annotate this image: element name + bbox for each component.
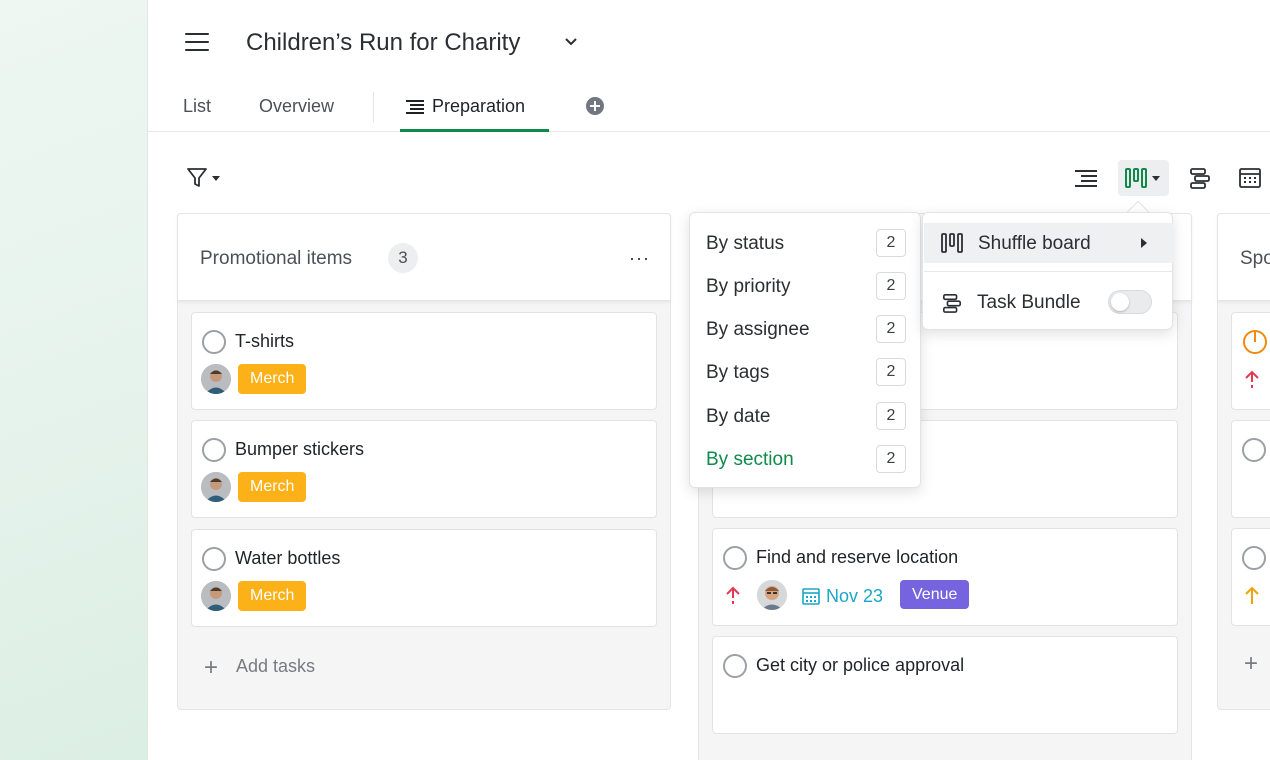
assignee-avatar[interactable] <box>201 364 231 394</box>
tag-venue[interactable]: Venue <box>900 580 970 609</box>
board-view-menu: Shuffle board Task Bundle <box>922 212 1173 330</box>
plus-icon: + <box>204 654 219 681</box>
active-tab-indicator <box>400 129 549 132</box>
calendar-date-icon <box>802 588 820 605</box>
task-complete-checkbox[interactable] <box>1242 438 1266 462</box>
task-card[interactable]: Water bottles Merch <box>191 529 657 627</box>
group-count-badge: 2 <box>876 358 906 386</box>
task-title: Find and reserve location <box>756 547 959 567</box>
group-by-section[interactable]: By section <box>706 449 794 471</box>
timeline-view-icon <box>1190 168 1210 189</box>
shuffle-board-label: Shuffle board <box>978 233 1091 254</box>
submenu-arrow-icon <box>1141 238 1147 248</box>
task-bundle-label: Task Bundle <box>977 292 1081 313</box>
group-by-date[interactable]: By date <box>706 406 770 428</box>
list-view-button[interactable] <box>1068 160 1104 196</box>
task-card[interactable]: Find and reserve location Nov 23 Venue <box>712 528 1178 626</box>
column-title[interactable]: Spo <box>1240 248 1270 270</box>
group-count-badge: 2 <box>876 315 906 343</box>
group-by-tags[interactable]: By tags <box>706 362 769 384</box>
calendar-view-button[interactable] <box>1232 160 1268 196</box>
project-title[interactable]: Children’s Run for Charity <box>246 29 520 57</box>
group-by-status[interactable]: By status <box>706 233 784 255</box>
task-complete-checkbox[interactable] <box>202 330 226 354</box>
column-more-button[interactable]: ··· <box>629 248 649 268</box>
task-title: Get city or police approval <box>756 655 965 675</box>
task-complete-checkbox[interactable] <box>1242 546 1266 570</box>
task-bundle-icon <box>943 294 961 313</box>
task-complete-checkbox[interactable] <box>202 547 226 571</box>
high-priority-arrow-icon[interactable] <box>1244 370 1260 390</box>
view-tabs: List Overview Preparation <box>148 84 1270 132</box>
assignee-avatar[interactable] <box>201 472 231 502</box>
task-complete-checkbox[interactable] <box>723 546 747 570</box>
tab-list[interactable]: List <box>183 96 211 117</box>
task-bundle-toggle[interactable] <box>1108 290 1152 314</box>
tab-preparation[interactable]: Preparation <box>432 96 525 117</box>
tag-merch[interactable]: Merch <box>238 472 307 502</box>
task-complete-checkbox[interactable] <box>202 438 226 462</box>
assignee-avatar[interactable] <box>201 581 231 611</box>
board-view-icon <box>1124 168 1160 188</box>
shuffle-board-item[interactable]: Shuffle board <box>924 223 1173 263</box>
tab-separator <box>373 92 374 122</box>
task-card[interactable] <box>1231 528 1270 626</box>
board-view-button[interactable] <box>1118 160 1169 196</box>
due-date[interactable]: Nov 23 <box>826 586 883 607</box>
tag-merch[interactable]: Merch <box>238 581 307 611</box>
tag-merch[interactable]: Merch <box>238 364 307 394</box>
board-column-promotional-items: Promotional items 3 ··· T-shirts Merch B… <box>177 213 671 710</box>
filter-icon[interactable] <box>186 167 226 189</box>
group-by-priority[interactable]: By priority <box>706 276 790 298</box>
board-tab-icon <box>406 100 424 114</box>
add-tasks-label: Add tasks <box>236 656 316 676</box>
task-card[interactable]: Bumper stickers Merch <box>191 420 657 518</box>
column-header: Promotional items 3 ··· <box>177 213 671 301</box>
group-by-assignee[interactable]: By assignee <box>706 319 810 341</box>
group-by-menu: By status 2 By priority 2 By assignee 2 … <box>689 212 921 488</box>
add-task-plus-icon[interactable]: + <box>1244 650 1258 678</box>
task-complete-checkbox[interactable] <box>723 654 747 678</box>
task-card[interactable] <box>1231 420 1270 518</box>
medium-priority-arrow-icon[interactable] <box>1244 586 1260 606</box>
group-count-badge: 2 <box>876 272 906 300</box>
list-view-icon <box>1075 170 1097 187</box>
calendar-view-icon <box>1239 168 1261 188</box>
task-card[interactable] <box>1231 312 1270 410</box>
chevron-down-icon[interactable] <box>563 36 579 48</box>
shuffle-board-icon <box>941 233 963 253</box>
column-title[interactable]: Promotional items <box>200 248 352 270</box>
left-sidebar-background <box>0 0 148 760</box>
timeline-view-button[interactable] <box>1182 160 1218 196</box>
in-progress-status-icon[interactable] <box>1242 329 1268 355</box>
menu-divider <box>924 271 1173 272</box>
high-priority-arrow-icon[interactable] <box>725 586 741 606</box>
add-tasks-button[interactable]: + Add tasks <box>204 654 315 682</box>
group-count-badge: 2 <box>876 402 906 430</box>
task-title: T-shirts <box>235 331 295 351</box>
task-card[interactable]: Get city or police approval <box>712 636 1178 734</box>
task-title: Bumper stickers <box>235 439 365 459</box>
group-count-badge: 2 <box>876 229 906 257</box>
group-count-badge: 2 <box>876 445 906 473</box>
column-task-count: 3 <box>388 243 418 273</box>
board-column-sponsors: Spo + <box>1217 213 1270 710</box>
assignee-avatar[interactable] <box>757 580 787 610</box>
task-title: Water bottles <box>235 548 341 568</box>
tab-overview[interactable]: Overview <box>259 96 334 117</box>
column-header: Spo <box>1217 213 1270 301</box>
hamburger-menu-icon[interactable] <box>185 33 209 53</box>
task-card[interactable]: T-shirts Merch <box>191 312 657 410</box>
add-tab-icon[interactable] <box>586 97 604 115</box>
